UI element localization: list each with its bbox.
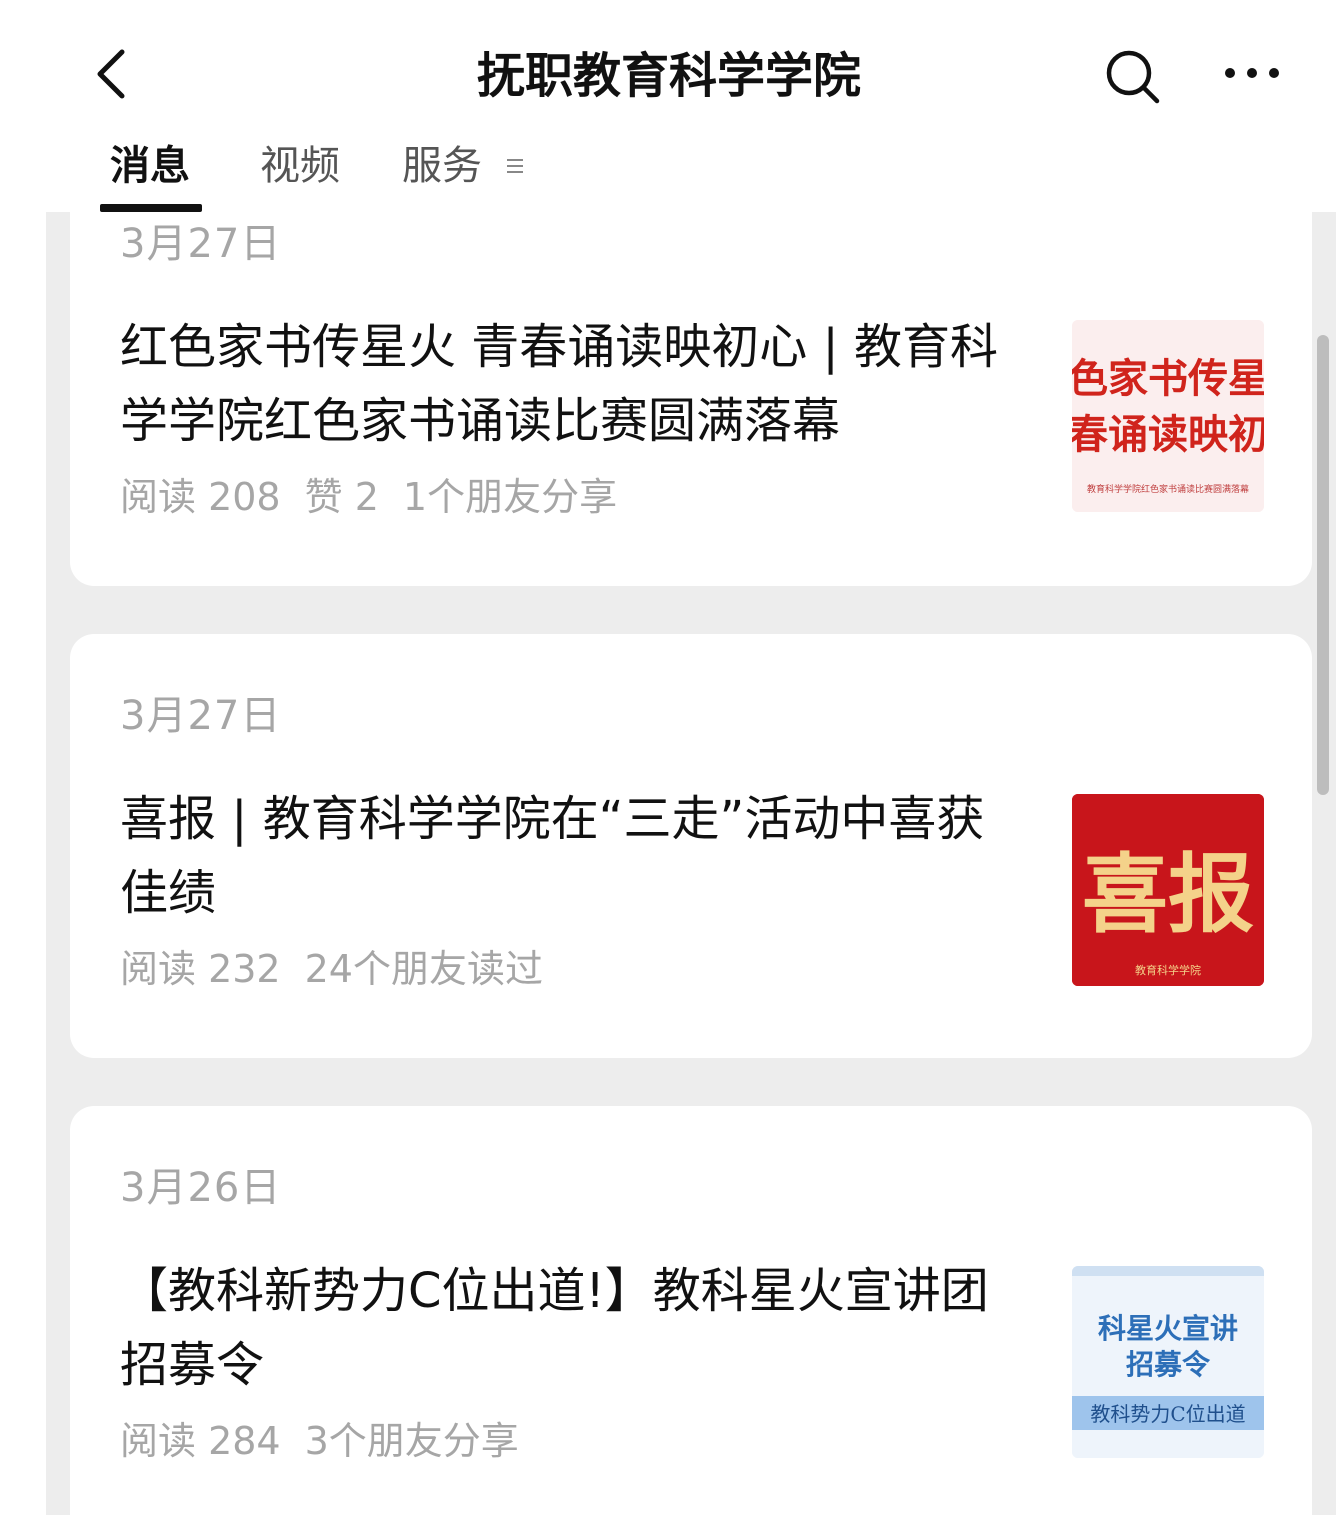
article-title[interactable]: 【教科新势力C位出道!】教科星火宣讲团 招募令 xyxy=(120,1254,1040,1402)
thumb-caption: 教育科学学院红色家书诵读比赛圆满落幕 xyxy=(1087,483,1249,495)
article-card[interactable]: 3月27日 红色家书传星火 青春诵读映初心 | 教育科 学学院红色家书诵读比赛圆… xyxy=(70,212,1312,586)
like-count: 赞 2 xyxy=(304,475,379,519)
article-stats: 阅读 284 3个朋友分享 xyxy=(120,1416,543,1466)
article-stats: 阅读 208 赞 2 1个朋友分享 xyxy=(120,472,641,522)
article-title[interactable]: 喜报 | 教育科学学院在“三走”活动中喜获 佳绩 xyxy=(120,782,1040,930)
article-title-line: 佳绩 xyxy=(120,865,217,921)
article-title[interactable]: 红色家书传星火 青春诵读映初心 | 教育科 学学院红色家书诵读比赛圆满落幕 xyxy=(120,310,1040,458)
article-title-line: 学学院红色家书诵读比赛圆满落幕 xyxy=(120,393,841,449)
thumb-text: 色家书传星 xyxy=(1072,356,1264,402)
read-count: 阅读 284 xyxy=(120,1419,281,1463)
article-date: 3月26日 xyxy=(120,1165,282,1211)
friend-activity: 3个朋友分享 xyxy=(304,1419,519,1463)
friend-activity: 24个朋友读过 xyxy=(304,947,543,991)
article-thumbnail[interactable]: 色家书传星 春诵读映初 教育科学学院红色家书诵读比赛圆满落幕 xyxy=(1072,320,1264,512)
tab-videos[interactable]: 视频 xyxy=(260,140,340,192)
scrollbar[interactable] xyxy=(1317,335,1329,795)
menu-lines-icon[interactable] xyxy=(504,152,526,180)
active-tab-indicator xyxy=(100,204,202,212)
article-feed: 3月27日 红色家书传星火 青春诵读映初心 | 教育科 学学院红色家书诵读比赛圆… xyxy=(46,212,1336,1515)
more-button[interactable] xyxy=(1220,58,1284,88)
more-horizontal-icon xyxy=(1225,68,1279,78)
thumb-text: 喜报 xyxy=(1082,844,1254,945)
article-thumbnail[interactable]: 喜报 教育科学学院 xyxy=(1072,794,1264,986)
article-title-line: 招募令 xyxy=(120,1337,265,1393)
thumb-text: 科星火宣讲 xyxy=(1098,1312,1238,1345)
thumb-text: 招募令 xyxy=(1126,1348,1211,1381)
search-icon xyxy=(1106,50,1160,104)
tab-services[interactable]: 服务 xyxy=(402,140,482,192)
article-card[interactable]: 3月27日 喜报 | 教育科学学院在“三走”活动中喜获 佳绩 阅读 232 24个… xyxy=(70,634,1312,1058)
thumb-caption: 教育科学学院 xyxy=(1135,963,1201,977)
article-stats: 阅读 232 24个朋友读过 xyxy=(120,944,567,994)
read-count: 阅读 208 xyxy=(120,475,281,519)
article-thumbnail[interactable]: 科星火宣讲 招募令 教科势力C位出道 xyxy=(1072,1266,1264,1458)
thumb-banner: 教科势力C位出道 xyxy=(1090,1402,1245,1426)
friend-activity: 1个朋友分享 xyxy=(402,475,618,519)
read-count: 阅读 232 xyxy=(120,947,281,991)
article-date: 3月27日 xyxy=(120,221,282,267)
search-button[interactable] xyxy=(1100,44,1164,108)
tab-messages[interactable]: 消息 xyxy=(110,140,190,192)
article-date: 3月27日 xyxy=(120,693,282,739)
article-card[interactable]: 3月26日 【教科新势力C位出道!】教科星火宣讲团 招募令 阅读 284 3个朋友… xyxy=(70,1106,1312,1515)
article-title-line: 喜报 | 教育科学学院在“三走”活动中喜获 xyxy=(120,791,985,847)
thumb-text: 春诵读映初 xyxy=(1072,412,1264,458)
article-title-line: 【教科新势力C位出道!】教科星火宣讲团 xyxy=(120,1263,989,1319)
article-title-line: 红色家书传星火 青春诵读映初心 | 教育科 xyxy=(120,319,998,375)
top-bar: 抚职教育科学学院 消息 视频 服务 xyxy=(0,0,1338,212)
